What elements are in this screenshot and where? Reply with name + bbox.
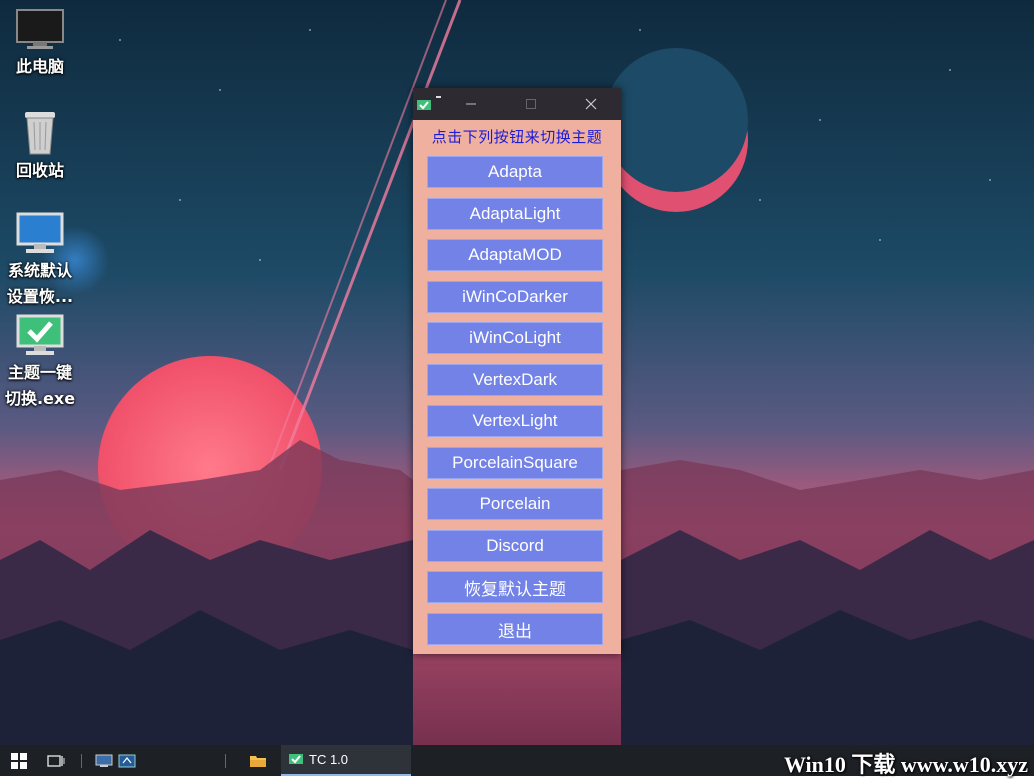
desktop-icon-restore-defaults[interactable]: 系统默认 设置恢... <box>0 212 80 310</box>
maximize-icon <box>526 99 536 109</box>
minimize-button[interactable] <box>441 88 501 120</box>
maximize-button[interactable] <box>501 88 561 120</box>
start-button[interactable] <box>0 745 38 776</box>
restore-default-theme-button[interactable]: 恢复默认主题 <box>427 571 603 603</box>
desktop-icon-label: 回收站 <box>15 161 64 180</box>
desktop-icon <box>95 754 113 767</box>
taskbar-divider <box>224 745 226 776</box>
computer-icon <box>16 9 64 49</box>
desktop-icon-recycle-bin[interactable]: 回收站 <box>0 108 80 184</box>
app-icon <box>417 97 431 116</box>
theme-switcher-window: 点击下列按钮来切换主题 Adapta AdaptaLight AdaptaMOD… <box>413 88 621 654</box>
windows-logo-icon <box>11 752 27 769</box>
task-view-icon <box>47 754 65 767</box>
taskbar-app-label: TC 1.0 <box>309 752 349 767</box>
file-explorer-button[interactable] <box>246 745 270 776</box>
theme-button-vertex-dark[interactable]: VertexDark <box>427 364 603 396</box>
folder-icon <box>250 755 266 767</box>
network-app-button[interactable] <box>116 745 138 776</box>
desktop-icon-theme-switcher[interactable]: 主题一键 切换.exe <box>0 314 80 412</box>
desktop-icon-label: 主题一键 切换.exe <box>4 363 76 408</box>
recycle-bin-icon <box>25 112 55 155</box>
desktop-icon-this-pc[interactable]: 此电脑 <box>0 8 80 80</box>
theme-button-adapta-light[interactable]: AdaptaLight <box>427 198 603 230</box>
task-view-button[interactable] <box>40 745 72 776</box>
window-heading: 点击下列按钮来切换主题 <box>431 128 603 146</box>
close-button[interactable] <box>561 88 621 120</box>
taskbar-app-tc[interactable]: TC 1.0 <box>281 745 411 776</box>
theme-button-adapta-mod[interactable]: AdaptaMOD <box>427 239 603 271</box>
theme-button-porcelain-square[interactable]: PorcelainSquare <box>427 447 603 479</box>
close-icon <box>585 98 597 110</box>
desktop-icon-label: 此电脑 <box>15 57 64 76</box>
theme-button-porcelain[interactable]: Porcelain <box>427 488 603 520</box>
network-icon <box>118 754 136 767</box>
theme-button-adapta[interactable]: Adapta <box>427 156 603 188</box>
minimize-icon <box>466 103 476 105</box>
taskbar-divider <box>80 745 82 776</box>
theme-button-discord[interactable]: Discord <box>427 530 603 562</box>
theme-button-iwinco-darker[interactable]: iWinCoDarker <box>427 281 603 313</box>
taskbar: TC 1.0 Win10 下载 www.w10.xyz <box>0 745 1034 777</box>
show-desktop-button[interactable] <box>94 745 114 776</box>
checkmark-app-icon <box>289 753 303 764</box>
checkmark-app-icon <box>16 314 64 355</box>
watermark-text: Win10 下载 www.w10.xyz <box>783 752 1028 777</box>
monitor-icon <box>16 212 64 253</box>
exit-button[interactable]: 退出 <box>427 613 603 645</box>
window-titlebar[interactable] <box>413 88 621 120</box>
desktop-icon-label: 系统默认 设置恢... <box>6 261 74 306</box>
theme-button-vertex-light[interactable]: VertexLight <box>427 405 603 437</box>
theme-button-iwinco-light[interactable]: iWinCoLight <box>427 322 603 354</box>
